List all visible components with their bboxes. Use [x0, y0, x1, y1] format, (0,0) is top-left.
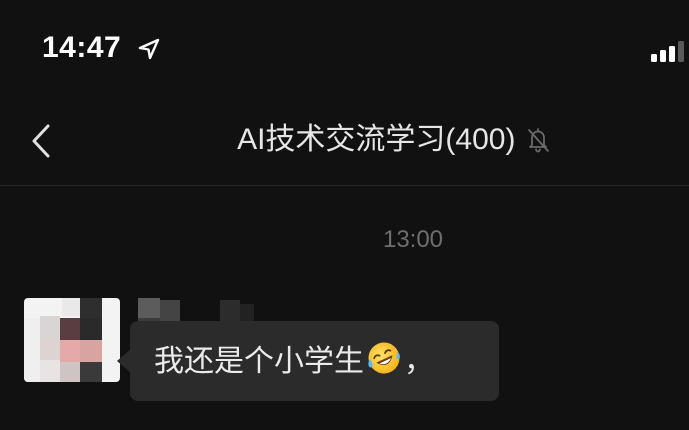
bell-slash-icon [528, 128, 549, 153]
status-time: 14:47 [42, 31, 122, 64]
message-timestamp: 13:00 [382, 226, 444, 253]
message-bubble[interactable]: 我还是个小学生 ， [130, 321, 499, 401]
status-bar: 14:47 [0, 0, 689, 100]
title-wrap: AI技术交流学习(400) [0, 118, 689, 162]
location-arrow-icon [138, 38, 160, 60]
bubble-tail [117, 349, 131, 373]
message-body: 我还是个小学生 [154, 345, 364, 378]
rolling-on-floor-laughing-emoji [368, 342, 400, 374]
chat-nav-bar: AI技术交流学习(400) [0, 100, 689, 186]
sender-avatar[interactable] [24, 298, 120, 382]
chat-title[interactable]: AI技术交流学习(400) [237, 118, 515, 162]
message-text: 我还是个小学生 ， [154, 340, 434, 383]
message-trailing-punct: ， [404, 345, 434, 378]
cellular-signal-icon [651, 41, 684, 62]
